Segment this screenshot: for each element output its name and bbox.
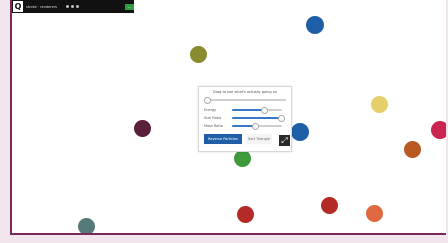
mass-ratio-slider[interactable] [232, 122, 282, 130]
ball-green[interactable] [234, 150, 251, 167]
ball-crimson[interactable] [431, 121, 446, 139]
app-logo[interactable]: Q [13, 1, 23, 12]
panel-title: Drag to see what's actually going on [212, 90, 278, 94]
energy-slider[interactable] [232, 106, 282, 114]
toolbar-dots-icon[interactable] [65, 5, 79, 8]
energy-slider-thumb[interactable] [261, 106, 268, 114]
ball-red-left[interactable] [237, 206, 254, 223]
size-ratio-slider-thumb[interactable] [278, 114, 285, 122]
mass-ratio-slider-thumb[interactable] [252, 122, 259, 130]
reverse-particles-button[interactable]: Reverse Particles [204, 134, 242, 144]
ball-orange-brown[interactable] [404, 141, 421, 158]
time-slider-thumb[interactable] [204, 96, 211, 104]
time-slider[interactable] [204, 96, 286, 104]
sort-triangle-button[interactable]: Sort Triangle [246, 134, 272, 144]
ball-yellow[interactable] [371, 96, 388, 113]
toolbar-green-button[interactable]: ... [124, 3, 134, 10]
ball-olive[interactable] [190, 46, 207, 63]
slider-label-size-ratio: Size Ratio [204, 116, 222, 120]
ball-red-right[interactable] [321, 197, 338, 214]
slider-label-energy: Energy [204, 108, 217, 112]
control-panel: Drag to see what's actually going on Ene… [198, 86, 292, 152]
ball-teal[interactable] [78, 218, 95, 233]
ball-orange[interactable] [366, 205, 383, 222]
ball-maroon[interactable] [134, 120, 151, 137]
simulation-canvas[interactable]: Q stroke · renderers ... Drag to see wha… [10, 0, 446, 235]
slider-label-mass-ratio: Mass Ratio [204, 124, 223, 128]
ball-blue-top[interactable] [306, 16, 324, 34]
toolbar-text: stroke · renderers [26, 4, 57, 9]
expand-icon[interactable]: ⤢ [279, 135, 290, 146]
top-toolbar: Q stroke · renderers ... [12, 0, 134, 13]
ball-blue-mid[interactable] [291, 123, 309, 141]
size-ratio-slider[interactable] [232, 114, 285, 122]
